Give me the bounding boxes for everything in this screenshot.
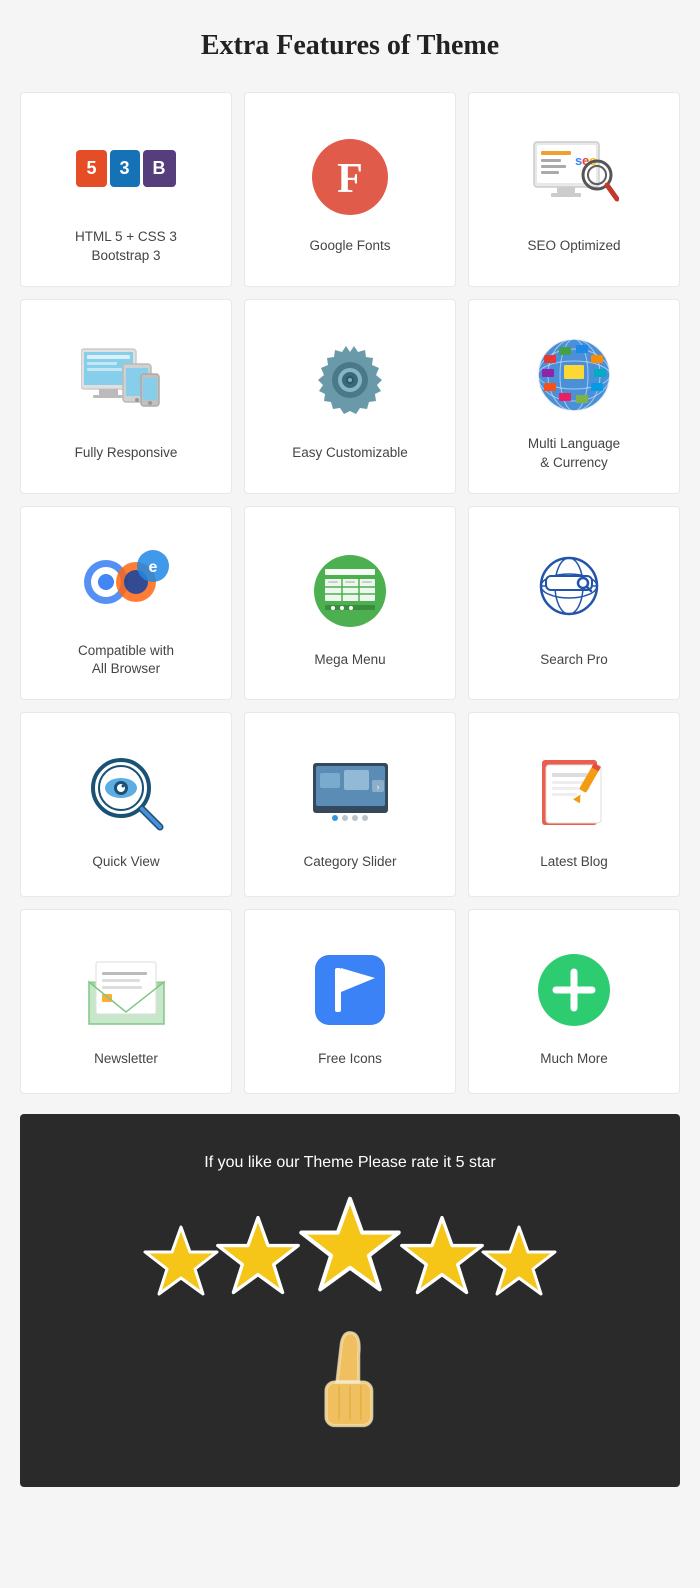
quick-view-icon bbox=[81, 748, 171, 838]
svg-text:F: F bbox=[337, 156, 363, 202]
card-quick-view: Quick View bbox=[20, 712, 232, 897]
card-multilang: Multi Language& Currency bbox=[468, 299, 680, 494]
features-grid: 5 3 B HTML 5 + CSS 3Bootstrap 3 F Google… bbox=[20, 92, 680, 1094]
card-label-category-slider: Category Slider bbox=[303, 853, 396, 872]
search-pro-icon bbox=[529, 546, 619, 636]
latest-blog-icon bbox=[529, 748, 619, 838]
star-3-center bbox=[295, 1192, 405, 1307]
star-4 bbox=[397, 1212, 487, 1307]
category-slider-icon: › bbox=[305, 748, 395, 838]
newsletter-icon bbox=[81, 945, 171, 1035]
card-label-google-fonts: Google Fonts bbox=[309, 237, 390, 256]
card-newsletter: Newsletter bbox=[20, 909, 232, 1094]
rating-text: If you like our Theme Please rate it 5 s… bbox=[40, 1154, 660, 1172]
responsive-icon bbox=[81, 339, 171, 429]
html-css-bs-icon: 5 3 B bbox=[81, 123, 171, 213]
card-seo: s e o SEO Optimized bbox=[468, 92, 680, 287]
card-customizable: Easy Customizable bbox=[244, 299, 456, 494]
page-wrapper: Extra Features of Theme 5 3 B HTML 5 + C… bbox=[0, 0, 700, 1517]
card-label-html-css-bs: HTML 5 + CSS 3Bootstrap 3 bbox=[75, 228, 177, 266]
card-category-slider: › Category Slider bbox=[244, 712, 456, 897]
card-mega-menu: Mega Menu bbox=[244, 506, 456, 701]
card-label-responsive: Fully Responsive bbox=[75, 444, 178, 463]
card-label-multilang: Multi Language& Currency bbox=[528, 435, 620, 473]
card-latest-blog: Latest Blog bbox=[468, 712, 680, 897]
mega-menu-icon bbox=[305, 546, 395, 636]
seo-icon: s e o bbox=[529, 132, 619, 222]
card-much-more: Much More bbox=[468, 909, 680, 1094]
thumbsup-icon bbox=[295, 1322, 405, 1447]
card-responsive: Fully Responsive bbox=[20, 299, 232, 494]
multilang-icon bbox=[529, 330, 619, 420]
star-5 bbox=[479, 1222, 559, 1307]
page-title: Extra Features of Theme bbox=[20, 30, 680, 62]
card-search-pro: Search Pro bbox=[468, 506, 680, 701]
card-label-newsletter: Newsletter bbox=[94, 1050, 158, 1069]
card-label-browser: Compatible withAll Browser bbox=[78, 642, 174, 680]
browser-icon: e bbox=[81, 537, 171, 627]
stars-area bbox=[40, 1192, 660, 1447]
rating-section: If you like our Theme Please rate it 5 s… bbox=[20, 1114, 680, 1487]
card-label-free-icons: Free Icons bbox=[318, 1050, 382, 1069]
customizable-icon bbox=[305, 339, 395, 429]
card-html-css-bs: 5 3 B HTML 5 + CSS 3Bootstrap 3 bbox=[20, 92, 232, 287]
much-more-icon bbox=[529, 945, 619, 1035]
card-free-icons: Free Icons bbox=[244, 909, 456, 1094]
svg-text:›: › bbox=[376, 782, 379, 793]
card-google-fonts: F Google Fonts bbox=[244, 92, 456, 287]
card-label-mega-menu: Mega Menu bbox=[314, 651, 385, 670]
card-label-search-pro: Search Pro bbox=[540, 651, 608, 670]
free-icons-icon bbox=[305, 945, 395, 1035]
stars-row bbox=[141, 1192, 559, 1307]
star-2 bbox=[213, 1212, 303, 1307]
card-label-latest-blog: Latest Blog bbox=[540, 853, 608, 872]
card-label-seo: SEO Optimized bbox=[527, 237, 620, 256]
card-label-quick-view: Quick View bbox=[92, 853, 159, 872]
star-1 bbox=[141, 1222, 221, 1307]
google-fonts-icon: F bbox=[305, 132, 395, 222]
card-browser: e Compatible withAll Browser bbox=[20, 506, 232, 701]
svg-text:e: e bbox=[149, 559, 158, 576]
card-label-customizable: Easy Customizable bbox=[292, 444, 408, 463]
card-label-much-more: Much More bbox=[540, 1050, 608, 1069]
